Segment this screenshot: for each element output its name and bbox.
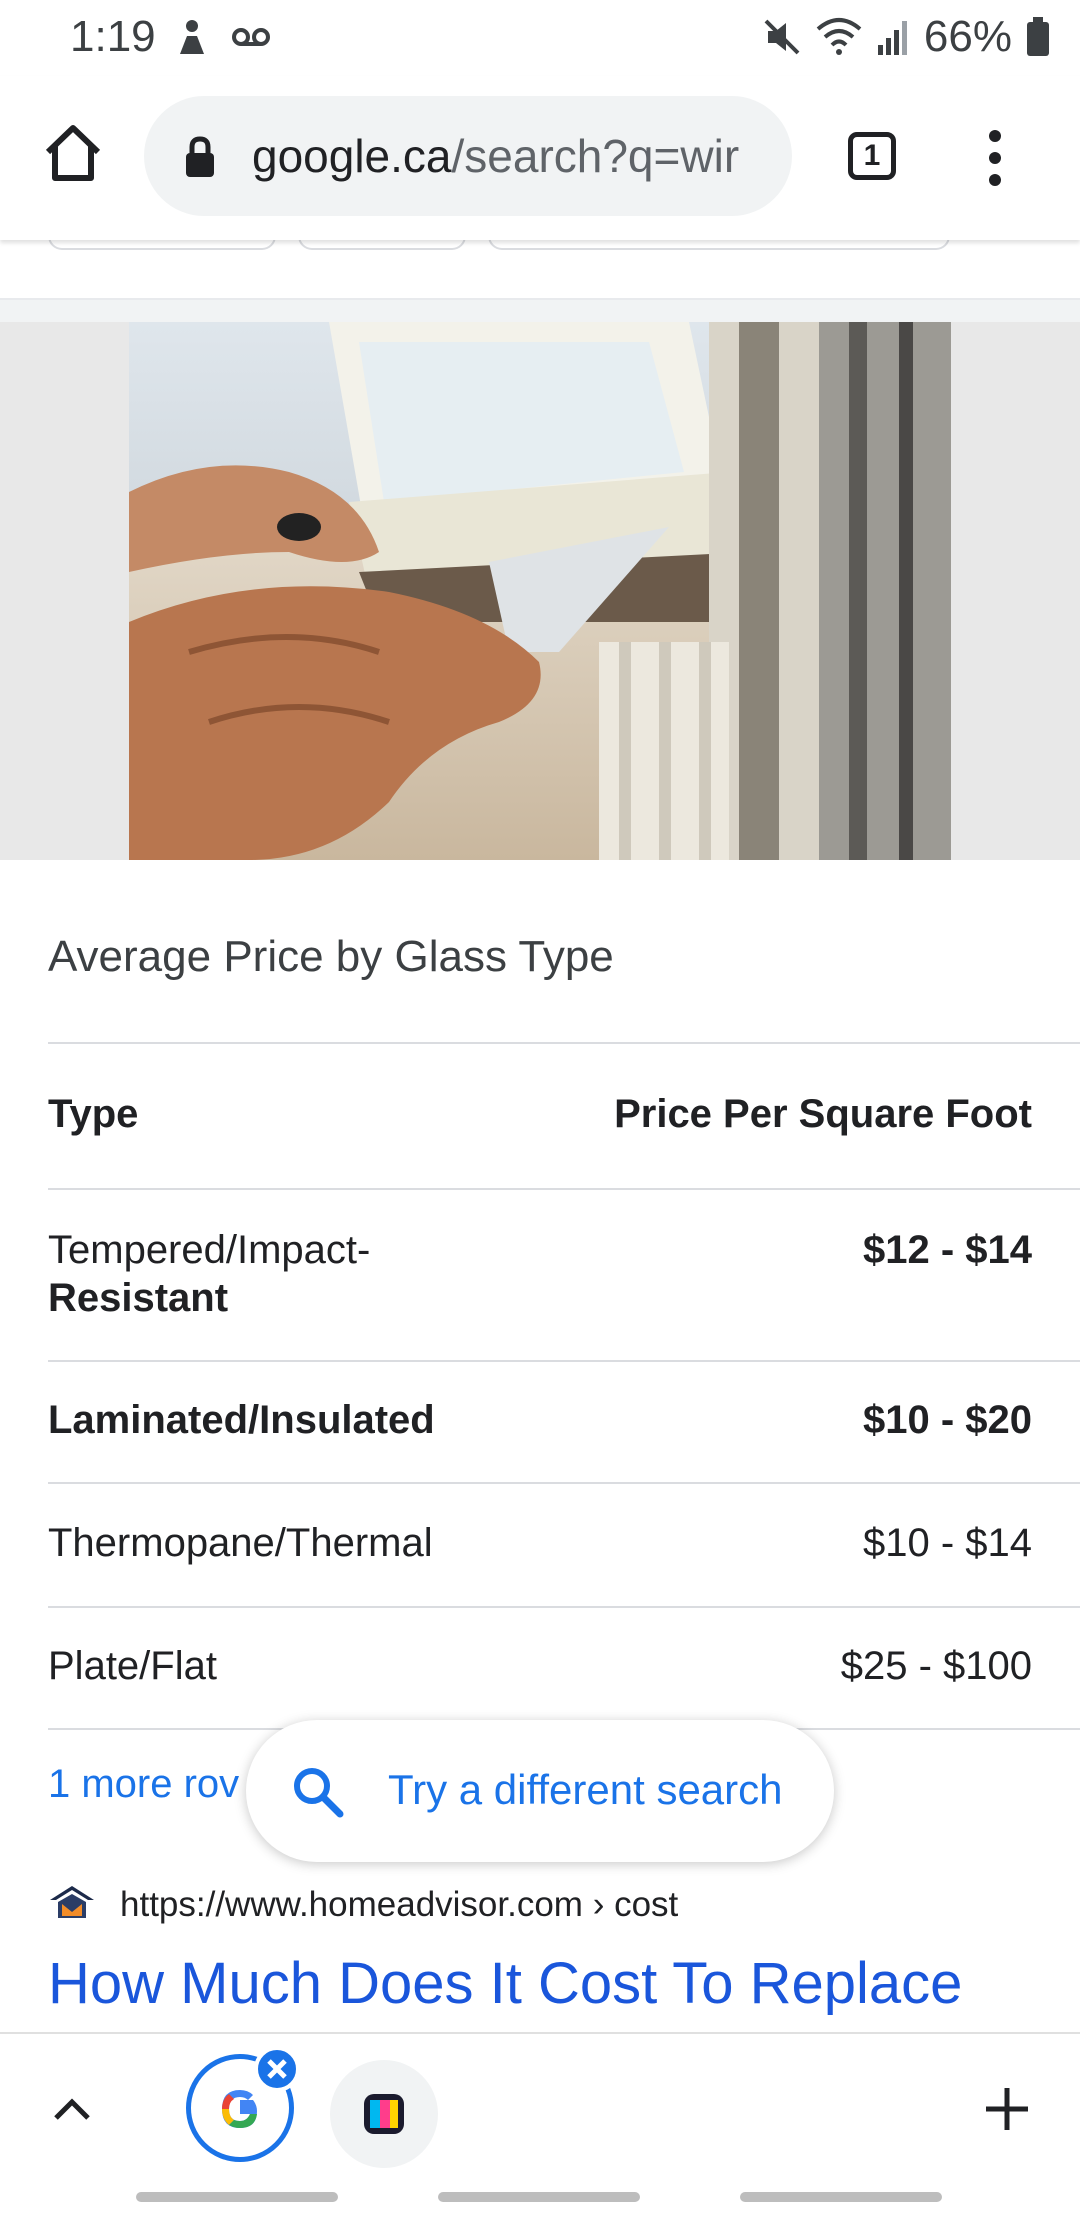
status-time: 1:19 [70,12,156,61]
url-text[interactable]: google.ca/search?q=wir [252,129,772,183]
more-rows-link[interactable]: 1 more rov [48,1762,239,1807]
table-divider [48,1606,1080,1608]
chevron-up-icon[interactable] [50,2090,94,2126]
nav-handle[interactable] [438,2192,640,2202]
close-icon[interactable] [254,2046,300,2092]
battery-percent: 66% [923,12,1012,61]
voicemail-icon [232,28,270,46]
window-repair-image[interactable] [129,322,951,860]
home-icon[interactable] [40,120,106,186]
try-different-search-label: Try a different search [388,1766,783,1813]
row-type: Thermopane/Thermal [48,1521,433,1565]
section-divider [0,298,1080,324]
app-tab-icon[interactable] [330,2060,438,2168]
try-different-search-button[interactable]: Try a different search [246,1720,834,1862]
row-type: Plate/Flat [48,1644,217,1688]
table-divider [48,1188,1080,1190]
person-icon [180,20,204,54]
row-price: $25 - $100 [840,1644,1032,1688]
plus-icon[interactable] [984,2086,1030,2132]
url-host: google.ca [252,130,452,182]
search-icon [294,1768,344,1818]
table-divider [48,1482,1080,1484]
row-type-line1: Tempered/Impact- [48,1228,371,1272]
lock-icon[interactable] [184,136,216,178]
header-price: Price Per Square Foot [614,1092,1032,1136]
row-price: $10 - $20 [862,1398,1032,1442]
row-price: $10 - $14 [862,1521,1032,1565]
more-vert-icon[interactable] [980,128,1010,188]
tab-switcher-icon[interactable]: 1 [848,132,896,180]
table-divider [48,1360,1080,1362]
row-price: $12 - $14 [862,1228,1032,1272]
browser-toolbar: google.ca/search?q=wir 1 [0,76,1080,240]
homeadvisor-favicon [50,1886,94,1918]
colorful-app-glyph [364,2094,404,2134]
row-type: Laminated/Insulated [48,1398,435,1442]
result-title-link[interactable]: How Much Does It Cost To Replace [48,1950,962,2017]
nav-handle[interactable] [740,2192,942,2202]
battery-icon [1027,17,1049,56]
status-bar: 1:19 66% [0,0,1080,76]
close-glyph [267,2059,287,2079]
header-type: Type [48,1092,139,1136]
table-title: Average Price by Glass Type [48,932,614,981]
nav-handle[interactable] [136,2192,338,2202]
mute-icon [764,19,800,55]
row-type-line2: Resistant [48,1276,229,1320]
address-bar[interactable]: google.ca/search?q=wir [144,96,792,216]
bottom-tab-strip [0,2032,1080,2184]
result-url[interactable]: https://www.homeadvisor.com › cost [120,1885,678,1925]
wifi-icon [816,18,862,55]
featured-image-area [0,322,1080,860]
url-path: /search?q=wir [451,130,740,182]
table-divider [48,1042,1080,1044]
signal-icon [877,21,907,55]
